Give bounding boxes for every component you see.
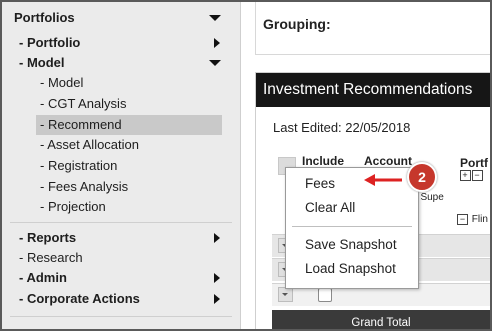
sidebar-item-label: - Model	[19, 55, 65, 70]
collapse-icon[interactable]: −	[457, 214, 468, 225]
sidebar-item-registration[interactable]: - Registration	[2, 156, 240, 176]
step-badge: 2	[407, 162, 437, 192]
collapse-all-icon[interactable]: −	[472, 170, 483, 181]
menu-item-save-snapshot[interactable]: Save Snapshot	[305, 237, 397, 252]
sidebar-item-admin[interactable]: - Admin	[2, 268, 240, 288]
expand-collapse-icons[interactable]: + −	[460, 170, 484, 181]
sidebar-item-recommend[interactable]: - Recommend	[36, 115, 222, 135]
sidebar-item-reports[interactable]: - Reports	[2, 228, 240, 248]
portfolio-cell-text: Flin	[471, 214, 488, 225]
sidebar-item-label: - Model	[40, 75, 84, 90]
sidebar-item-research[interactable]: - Research	[2, 248, 240, 268]
column-header-portfolio[interactable]: Portf	[460, 156, 488, 170]
sidebar-item-corporate-actions[interactable]: - Corporate Actions	[2, 289, 240, 309]
menu-item-fees[interactable]: Fees	[305, 176, 335, 191]
sidebar-item-projection[interactable]: - Projection	[2, 197, 240, 217]
sidebar: Portfolios - Portfolio - Model - Model -…	[2, 2, 241, 329]
row-dropdown-button[interactable]	[278, 287, 293, 302]
last-edited: Last Edited: 22/05/2018	[273, 120, 411, 135]
portfolio-cell[interactable]: − Flin	[457, 214, 488, 225]
callout-arrow-icon	[364, 174, 402, 186]
menu-divider	[292, 226, 412, 227]
chevron-right-icon	[214, 233, 220, 243]
sidebar-item-label: - Admin	[19, 270, 67, 285]
sidebar-item-label: - Projection	[40, 199, 106, 214]
chevron-right-icon	[214, 294, 220, 304]
menu-item-load-snapshot[interactable]: Load Snapshot	[305, 261, 396, 276]
chevron-down-icon	[209, 15, 221, 21]
sidebar-item-model-group[interactable]: - Model	[2, 53, 240, 73]
grand-total: Grand Total	[272, 310, 490, 329]
include-checkbox[interactable]	[318, 288, 332, 302]
sidebar-item-label: Portfolios	[14, 10, 75, 25]
sidebar-item-label: - Asset Allocation	[40, 137, 139, 152]
sidebar-item-portfolio[interactable]: - Portfolio	[2, 33, 240, 53]
grouping-label: Grouping:	[263, 16, 331, 32]
sidebar-item-label: - Registration	[40, 158, 118, 173]
sidebar-item-label: - Research	[19, 250, 83, 265]
chevron-right-icon	[214, 273, 220, 283]
sidebar-item-label: - Fees Analysis	[40, 179, 129, 194]
sidebar-item-label: - Reports	[19, 230, 77, 245]
app-window: Portfolios - Portfolio - Model - Model -…	[0, 0, 492, 331]
sidebar-item-label: - CGT Analysis	[40, 96, 127, 111]
panel-title: Investment Recommendations	[256, 73, 490, 107]
sidebar-item-label: - Recommend	[40, 117, 122, 132]
column-header-include[interactable]: Include	[302, 154, 344, 168]
sidebar-item-model[interactable]: - Model	[2, 73, 240, 93]
sidebar-item-portfolios[interactable]: Portfolios	[2, 8, 240, 28]
divider	[10, 222, 232, 223]
chevron-right-icon	[214, 38, 220, 48]
column-header-account[interactable]: Account	[364, 154, 412, 168]
sidebar-item-asset-allocation[interactable]: - Asset Allocation	[2, 135, 240, 155]
sidebar-item-label: - Corporate Actions	[19, 291, 140, 306]
sidebar-item-fees-analysis[interactable]: - Fees Analysis	[2, 177, 240, 197]
chevron-down-icon	[209, 60, 221, 66]
divider	[10, 316, 232, 317]
sidebar-item-label: - Portfolio	[19, 35, 81, 50]
sidebar-item-cgt-analysis[interactable]: - CGT Analysis	[2, 94, 240, 114]
menu-item-clear-all[interactable]: Clear All	[305, 200, 355, 215]
expand-all-icon[interactable]: +	[460, 170, 471, 181]
